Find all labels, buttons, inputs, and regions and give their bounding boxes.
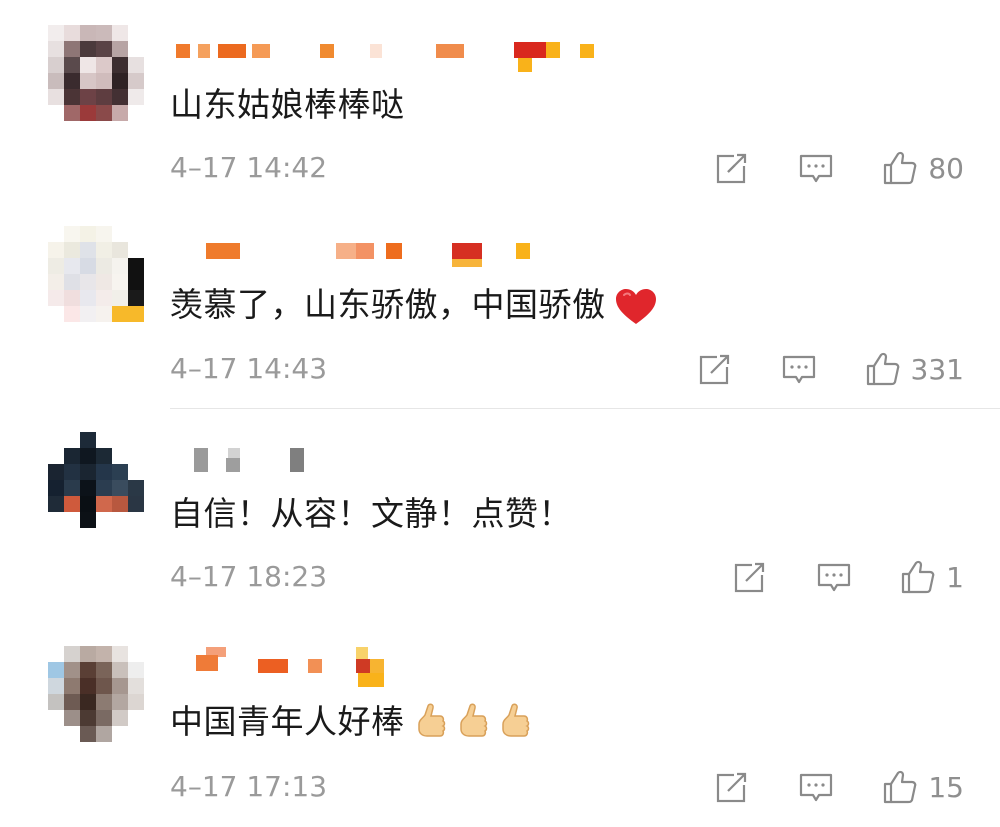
thumbs-up-icon[interactable] bbox=[865, 351, 901, 387]
comment-text: 中国青年人好棒 bbox=[170, 695, 531, 746]
comment-timestamp: 4–17 17:13 bbox=[170, 770, 328, 803]
comment-icon[interactable] bbox=[816, 559, 852, 595]
comment-text: 自信！从容！文静！点赞！ bbox=[170, 494, 572, 533]
like-count: 80 bbox=[928, 151, 964, 185]
username-pixelated[interactable] bbox=[172, 645, 612, 687]
comment-text-content: 羡慕了，山东骄傲，中国骄傲 bbox=[170, 285, 606, 324]
comment-timestamp: 4–17 18:23 bbox=[170, 560, 328, 593]
thumbs-up-emoji bbox=[417, 703, 445, 737]
comment-text: 山东姑娘棒棒哒 bbox=[170, 85, 405, 124]
avatar[interactable] bbox=[48, 25, 144, 121]
comment-actions: 15 bbox=[714, 767, 964, 807]
divider bbox=[170, 408, 1000, 409]
avatar[interactable] bbox=[48, 646, 144, 742]
thumbs-up-emoji bbox=[501, 703, 529, 737]
share-icon[interactable] bbox=[732, 559, 768, 595]
thumbs-up-icon[interactable] bbox=[900, 559, 936, 595]
thumbs-up-icon[interactable] bbox=[882, 150, 918, 186]
like-count: 331 bbox=[910, 352, 964, 386]
avatar[interactable] bbox=[48, 432, 144, 528]
share-icon[interactable] bbox=[697, 351, 733, 387]
username-pixelated[interactable] bbox=[172, 241, 612, 267]
comment-text: 羡慕了，山东骄傲，中国骄傲 bbox=[170, 278, 658, 327]
comment-timestamp: 4–17 14:42 bbox=[170, 151, 328, 184]
comment-timestamp: 4–17 14:43 bbox=[170, 352, 328, 385]
comment-actions: 1 bbox=[732, 557, 964, 597]
comment-actions: 80 bbox=[714, 148, 964, 188]
comment-icon[interactable] bbox=[798, 769, 834, 805]
username-pixelated[interactable] bbox=[172, 446, 612, 472]
comment-actions: 331 bbox=[697, 349, 964, 389]
red-heart-emoji bbox=[615, 288, 656, 324]
share-icon[interactable] bbox=[714, 150, 750, 186]
share-icon[interactable] bbox=[714, 769, 750, 805]
thumbs-up-icon[interactable] bbox=[882, 769, 918, 805]
comment-icon[interactable] bbox=[781, 351, 817, 387]
like-count: 15 bbox=[928, 770, 964, 804]
username-pixelated[interactable] bbox=[172, 40, 612, 72]
comment-icon[interactable] bbox=[798, 150, 834, 186]
like-count: 1 bbox=[946, 560, 964, 594]
avatar[interactable] bbox=[48, 226, 144, 322]
thumbs-up-emoji bbox=[459, 703, 487, 737]
comment-text-content: 中国青年人好棒 bbox=[170, 702, 405, 741]
